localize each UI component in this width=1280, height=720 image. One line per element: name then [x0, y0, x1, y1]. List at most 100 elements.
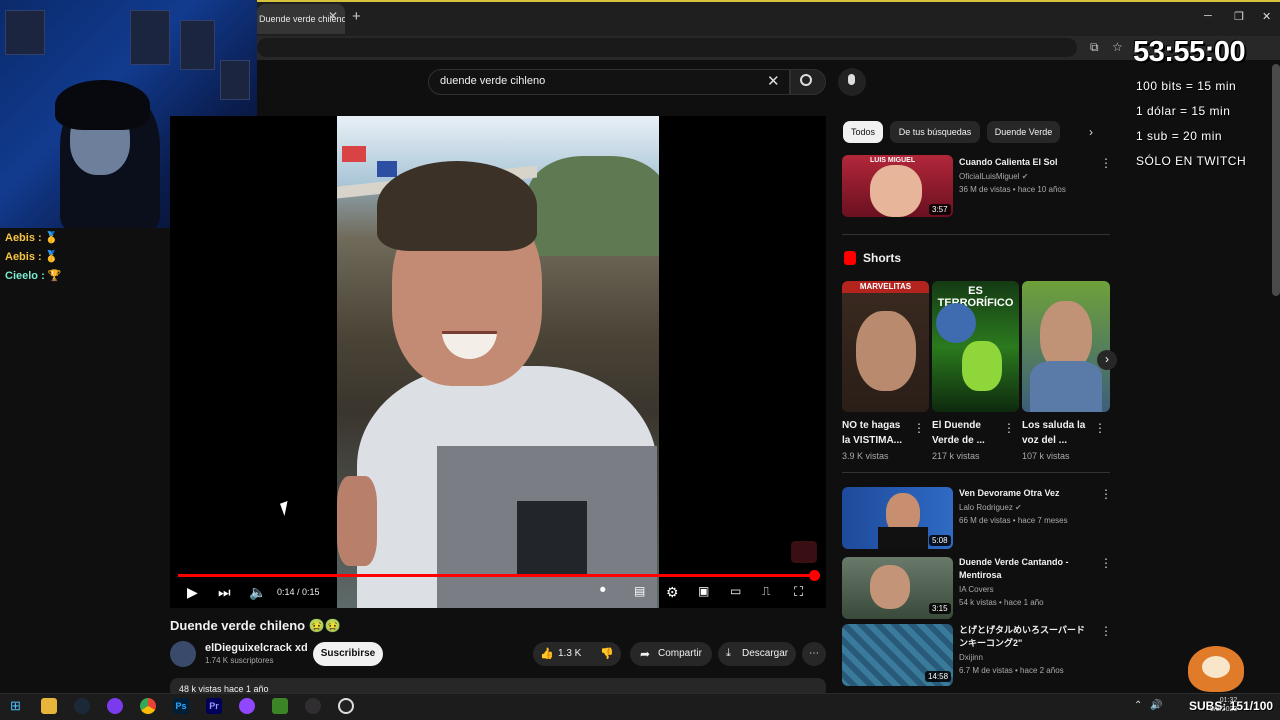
short-title[interactable]: Los saluda la voz del ...: [1022, 418, 1085, 448]
next-icon[interactable]: ⏭: [218, 584, 231, 601]
streamer-hair: [55, 80, 150, 130]
chat-text: 🥇: [44, 232, 59, 244]
stream-chat: [0, 228, 170, 693]
video-duration: 3:57: [929, 204, 951, 215]
chip-from-searches[interactable]: De tus búsquedas: [890, 121, 980, 143]
timer-rule: 1 dólar = 15 min: [1136, 104, 1231, 118]
chat-message: Aebis : 🥇: [5, 231, 58, 244]
new-tab-button[interactable]: +: [352, 8, 361, 25]
play-icon[interactable]: ▶: [187, 584, 198, 601]
restore-button[interactable]: ❐: [1234, 10, 1244, 23]
related-title[interactable]: Cuando Calienta El Sol: [959, 156, 1058, 169]
video-frame[interactable]: [337, 116, 659, 608]
related-channel[interactable]: OficialLuisMiguel ✔: [959, 171, 1028, 183]
related-channel[interactable]: Lalo Rodriguez ✔: [959, 502, 1022, 514]
short-thumbnail[interactable]: MARVELITAS: [842, 281, 929, 412]
page-scrollbar[interactable]: [1272, 64, 1280, 296]
video-hair: [377, 161, 537, 251]
windows-taskbar: [0, 693, 1280, 720]
verified-icon: ✔: [1015, 503, 1022, 512]
channel-avatar[interactable]: [170, 641, 196, 667]
search-clear-icon[interactable]: ✕: [767, 72, 780, 90]
like-icon[interactable]: 👍: [540, 647, 554, 660]
progress-fill: [178, 574, 814, 577]
related-channel[interactable]: Dxijinn: [959, 652, 983, 664]
volume-icon[interactable]: 🔈: [249, 584, 266, 601]
more-options-icon[interactable]: ⋮: [1100, 624, 1112, 638]
app-icon[interactable]: [107, 698, 123, 714]
steam-icon[interactable]: [74, 698, 90, 714]
tab-close-icon[interactable]: ✕: [328, 9, 338, 23]
channel-watermark[interactable]: [791, 541, 817, 563]
related-meta: 36 M de vistas • hace 10 años: [959, 185, 1066, 194]
obs-icon[interactable]: [305, 698, 321, 714]
minimize-button[interactable]: ─: [1204, 10, 1212, 22]
more-options-icon[interactable]: ⋮: [1094, 421, 1106, 435]
thumb-face: [936, 303, 976, 343]
related-title[interactable]: とげとげタルめいろスーパード ンキーコング2": [959, 624, 1085, 650]
shorts-icon: [844, 251, 856, 265]
settings-gear-icon[interactable]: ⚙: [666, 584, 679, 601]
short-title-line: voz del ...: [1022, 435, 1068, 446]
related-title[interactable]: Ven Devorame Otra Vez: [959, 487, 1060, 500]
minecraft-icon[interactable]: [272, 698, 288, 714]
thumb-face: [870, 565, 910, 609]
related-meta: 66 M de vistas • hace 7 meses: [959, 516, 1068, 525]
dislike-icon[interactable]: 👎: [600, 647, 614, 660]
tray-chevron-icon[interactable]: ⌃: [1134, 700, 1142, 711]
windows-start-icon[interactable]: ⊞: [10, 698, 21, 714]
progress-scrubber[interactable]: [808, 570, 820, 581]
related-title-line: Duende Verde Cantando -: [959, 557, 1069, 567]
more-actions-button[interactable]: ⋯: [802, 642, 826, 666]
twitch-icon[interactable]: [239, 698, 255, 714]
thumb-suit: [878, 527, 928, 549]
poster: [130, 10, 170, 65]
related-title[interactable]: Duende Verde Cantando - Mentirosa: [959, 556, 1069, 582]
chrome-icon[interactable]: [140, 698, 156, 714]
chat-username: Aebis :: [5, 251, 42, 263]
more-options-icon[interactable]: ⋮: [1100, 156, 1112, 170]
subscribe-button[interactable]: Suscribirse: [313, 642, 383, 666]
screen: Duende verde chileno 🤢🤢 ✕ + ─ ❐ ✕ ⧉ ☆ Ae…: [0, 0, 1280, 720]
more-options-icon[interactable]: ⋮: [913, 421, 925, 435]
chip-all[interactable]: Todos: [843, 121, 883, 143]
search-query[interactable]: duende verde cihleno: [440, 75, 545, 87]
share-icon: ➦: [640, 647, 651, 661]
short-thumbnail[interactable]: ES TERRORÍFICO: [932, 281, 1019, 412]
like-count[interactable]: 1.3 K: [558, 648, 581, 659]
close-window-button[interactable]: ✕: [1262, 10, 1271, 23]
photoshop-icon[interactable]: Ps: [173, 698, 189, 714]
mic-icon: [848, 74, 855, 85]
chips-next-icon[interactable]: ›: [1089, 125, 1093, 139]
download-icon: ⤓: [726, 647, 731, 659]
more-options-icon[interactable]: ⋮: [1003, 421, 1015, 435]
shorts-next-button[interactable]: ›: [1097, 350, 1117, 370]
bookmark-star-icon[interactable]: ☆: [1112, 40, 1123, 54]
chip-duende-verde[interactable]: Duende Verde: [987, 121, 1060, 143]
miniplayer-icon[interactable]: ▣: [698, 584, 709, 598]
channel-name[interactable]: elDieguixelcrack xd: [205, 642, 308, 654]
related-title-line: ンキーコング2": [959, 638, 1023, 648]
related-channel[interactable]: IA Covers: [959, 584, 994, 596]
subtitles-icon[interactable]: ▤: [634, 584, 645, 598]
file-explorer-icon[interactable]: [41, 698, 57, 714]
short-title[interactable]: El Duende Verde de ...: [932, 418, 985, 448]
more-options-icon[interactable]: ⋮: [1100, 556, 1112, 570]
short-title[interactable]: NO te hagas la VISTIMA...: [842, 418, 902, 448]
taskbar-clock-visible[interactable]: 01:32 8/8/2023: [1210, 696, 1237, 714]
theater-mode-icon[interactable]: ▭: [730, 584, 741, 598]
fullscreen-icon[interactable]: ⛶: [794, 584, 803, 600]
more-options-icon[interactable]: ⋮: [1100, 487, 1112, 501]
app-icon[interactable]: [338, 698, 354, 714]
cast-icon[interactable]: ⎍: [762, 584, 770, 599]
poster: [5, 10, 45, 55]
premiere-icon[interactable]: Pr: [206, 698, 222, 714]
thumb-jacket: [1030, 361, 1102, 412]
clock-time: 01:32: [1219, 697, 1238, 704]
short-thumbnail[interactable]: [1022, 281, 1110, 412]
autoplay-toggle[interactable]: ⏺: [600, 584, 606, 597]
short-views: 217 k vistas: [932, 451, 980, 461]
cast-icon[interactable]: ⧉: [1090, 40, 1099, 55]
omnibox[interactable]: [257, 38, 1077, 57]
volume-tray-icon[interactable]: 🔊: [1150, 700, 1162, 711]
